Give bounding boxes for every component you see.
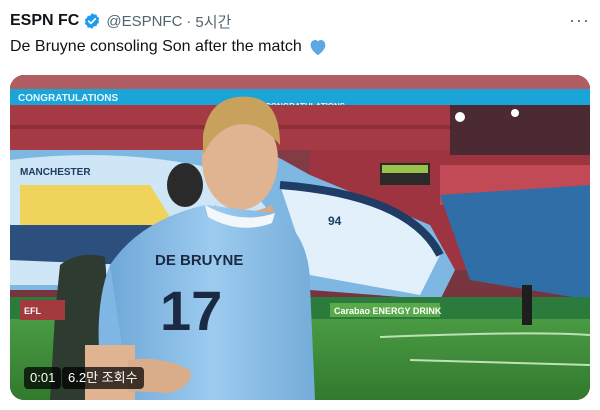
post-time[interactable]: 5시간 bbox=[195, 11, 231, 32]
efl-crest-text: EFL bbox=[24, 306, 42, 316]
video-player[interactable]: CONGRATULATIONS CONGRATULATIONS 94 MANCH… bbox=[10, 75, 590, 400]
tweet-text-content: De Bruyne consoling Son after the match bbox=[10, 38, 302, 55]
separator-dot: · bbox=[186, 12, 192, 30]
blue-heart-icon bbox=[308, 38, 328, 56]
video-timestamp: 0:01 bbox=[24, 367, 62, 389]
tweet-header: ESPN FC @ESPNFC · 5시간 ··· bbox=[10, 8, 590, 34]
jersey-name: DE BRUYNE bbox=[155, 252, 243, 269]
author-handle[interactable]: @ESPNFC bbox=[106, 13, 182, 30]
verified-badge-icon bbox=[83, 12, 101, 30]
view-count: 6.2만 조회수 bbox=[62, 367, 144, 389]
video-frame: CONGRATULATIONS CONGRATULATIONS 94 MANCH… bbox=[10, 75, 590, 400]
flag-text: MANCHESTER bbox=[20, 167, 91, 178]
more-options-icon[interactable]: ··· bbox=[569, 10, 590, 31]
flag-number: 94 bbox=[328, 214, 342, 228]
author-name[interactable]: ESPN FC bbox=[10, 12, 79, 30]
tweet-text: De Bruyne consoling Son after the match bbox=[10, 38, 328, 56]
banner-text-left: CONGRATULATIONS bbox=[18, 93, 119, 104]
jersey-number: 17 bbox=[160, 279, 222, 342]
ad-board-text: Carabao ENERGY DRINK bbox=[334, 306, 442, 316]
